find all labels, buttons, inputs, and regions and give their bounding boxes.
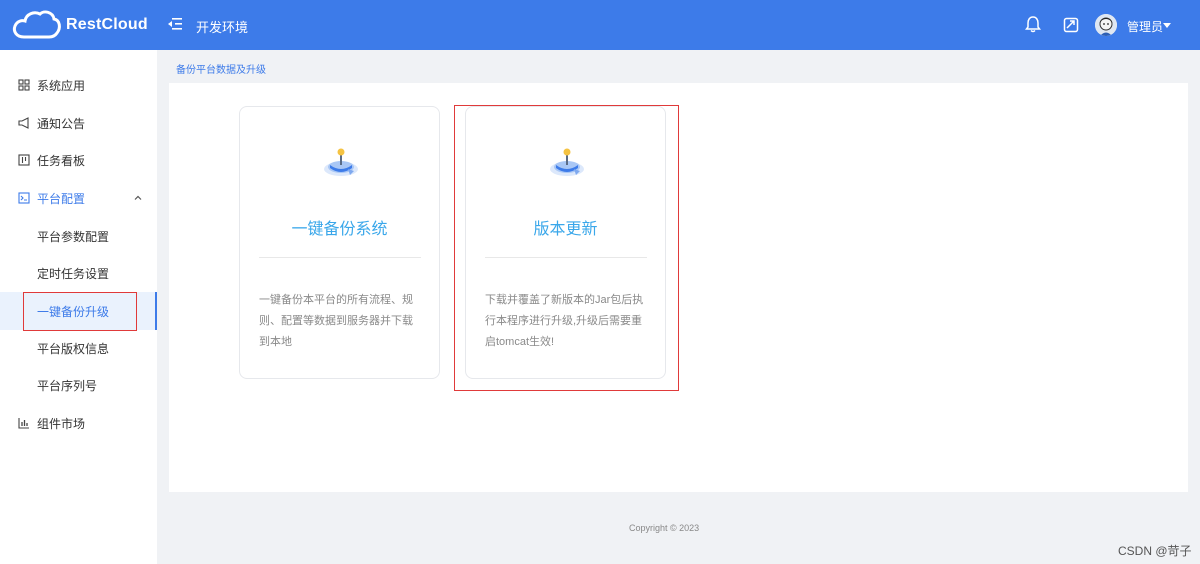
sidebar-item-notices[interactable]: 通知公告 [0,104,157,142]
terminal-icon [18,192,30,204]
card-description: 下载并覆盖了新版本的Jar包后执行本程序进行升级,升级后需要重启tomcat生效… [485,294,644,348]
user-avatar[interactable] [1095,14,1117,36]
environment-title: 开发环境 [196,20,249,35]
sidebar-subitem-copyright-info[interactable]: 平台版权信息 [0,329,157,367]
divider [259,257,421,258]
sidebar-subitem-platform-params[interactable]: 平台参数配置 [0,217,157,255]
sidebar-item-system-apps[interactable]: 系统应用 [0,66,157,104]
sidebar-item-label: 通知公告 [37,116,86,131]
copyright-footer: Copyright © 2023 [629,523,700,533]
share-icon[interactable] [1063,17,1079,33]
sidebar-item-task-board[interactable]: 任务看板 [0,141,157,179]
bell-icon[interactable] [1025,16,1041,33]
user-name[interactable]: 管理员 [1127,18,1163,35]
divider [485,257,647,258]
sidebar-item-platform-config[interactable]: 平台配置 [0,179,157,217]
sidebar-subitem-label: 平台序列号 [37,378,98,393]
megaphone-icon [18,117,29,129]
sidebar-item-label: 任务看板 [37,153,86,168]
sidebar-subitem-label: 一键备份升级 [37,304,110,319]
sidebar-subitem-serial-number[interactable]: 平台序列号 [0,366,157,404]
sidebar-item-label: 系统应用 [37,78,86,93]
card-title: 一键备份系统 [291,221,388,238]
sidebar-subitem-label: 平台参数配置 [37,229,110,244]
caret-down-icon[interactable] [1163,23,1171,28]
grid-icon [18,79,30,91]
card-title: 版本更新 [533,221,598,238]
sidebar-item-component-market[interactable]: 组件市场 [0,404,157,442]
joystick-icon [550,148,584,176]
bar-chart-icon [18,418,29,429]
sidebar-subitem-scheduled-tasks[interactable]: 定时任务设置 [0,254,157,292]
sidebar-subitem-backup-upgrade[interactable]: 一键备份升级 [0,292,157,330]
sidebar-item-label: 平台配置 [37,191,86,206]
menu-fold-icon[interactable] [168,17,182,31]
cloud-logo-icon [12,10,61,39]
sidebar-item-label: 组件市场 [37,416,86,431]
breadcrumb[interactable]: 备份平台数据及升级 [176,61,266,76]
content-panel: 一键备份系统 一键备份本平台的所有流程、规则、配置等数据到服务器并下载到本地 版… [169,83,1188,492]
joystick-icon [324,148,358,176]
card-description: 一键备份本平台的所有流程、规则、配置等数据到服务器并下载到本地 [259,294,413,348]
backup-card[interactable]: 一键备份系统 一键备份本平台的所有流程、规则、配置等数据到服务器并下载到本地 [239,106,440,379]
logo[interactable]: RestCloud [10,8,148,42]
brand-name: RestCloud [66,16,148,33]
top-bar: RestCloud 开发环境 管理员 [0,0,1200,50]
avatar-face-icon [1095,14,1117,36]
sidebar-subitem-label: 平台版权信息 [37,341,110,356]
sidebar: 系统应用 通知公告 任务看板 平台配置 平台参数配置 定时任务设置 一键备份升级 [0,50,157,564]
kanban-icon [18,154,30,166]
version-update-card[interactable]: 版本更新 下载并覆盖了新版本的Jar包后执行本程序进行升级,升级后需要重启tom… [465,106,666,379]
chevron-up-icon[interactable] [134,194,142,202]
sidebar-subitem-label: 定时任务设置 [37,266,110,281]
watermark: CSDN @苛子 [1118,544,1192,558]
